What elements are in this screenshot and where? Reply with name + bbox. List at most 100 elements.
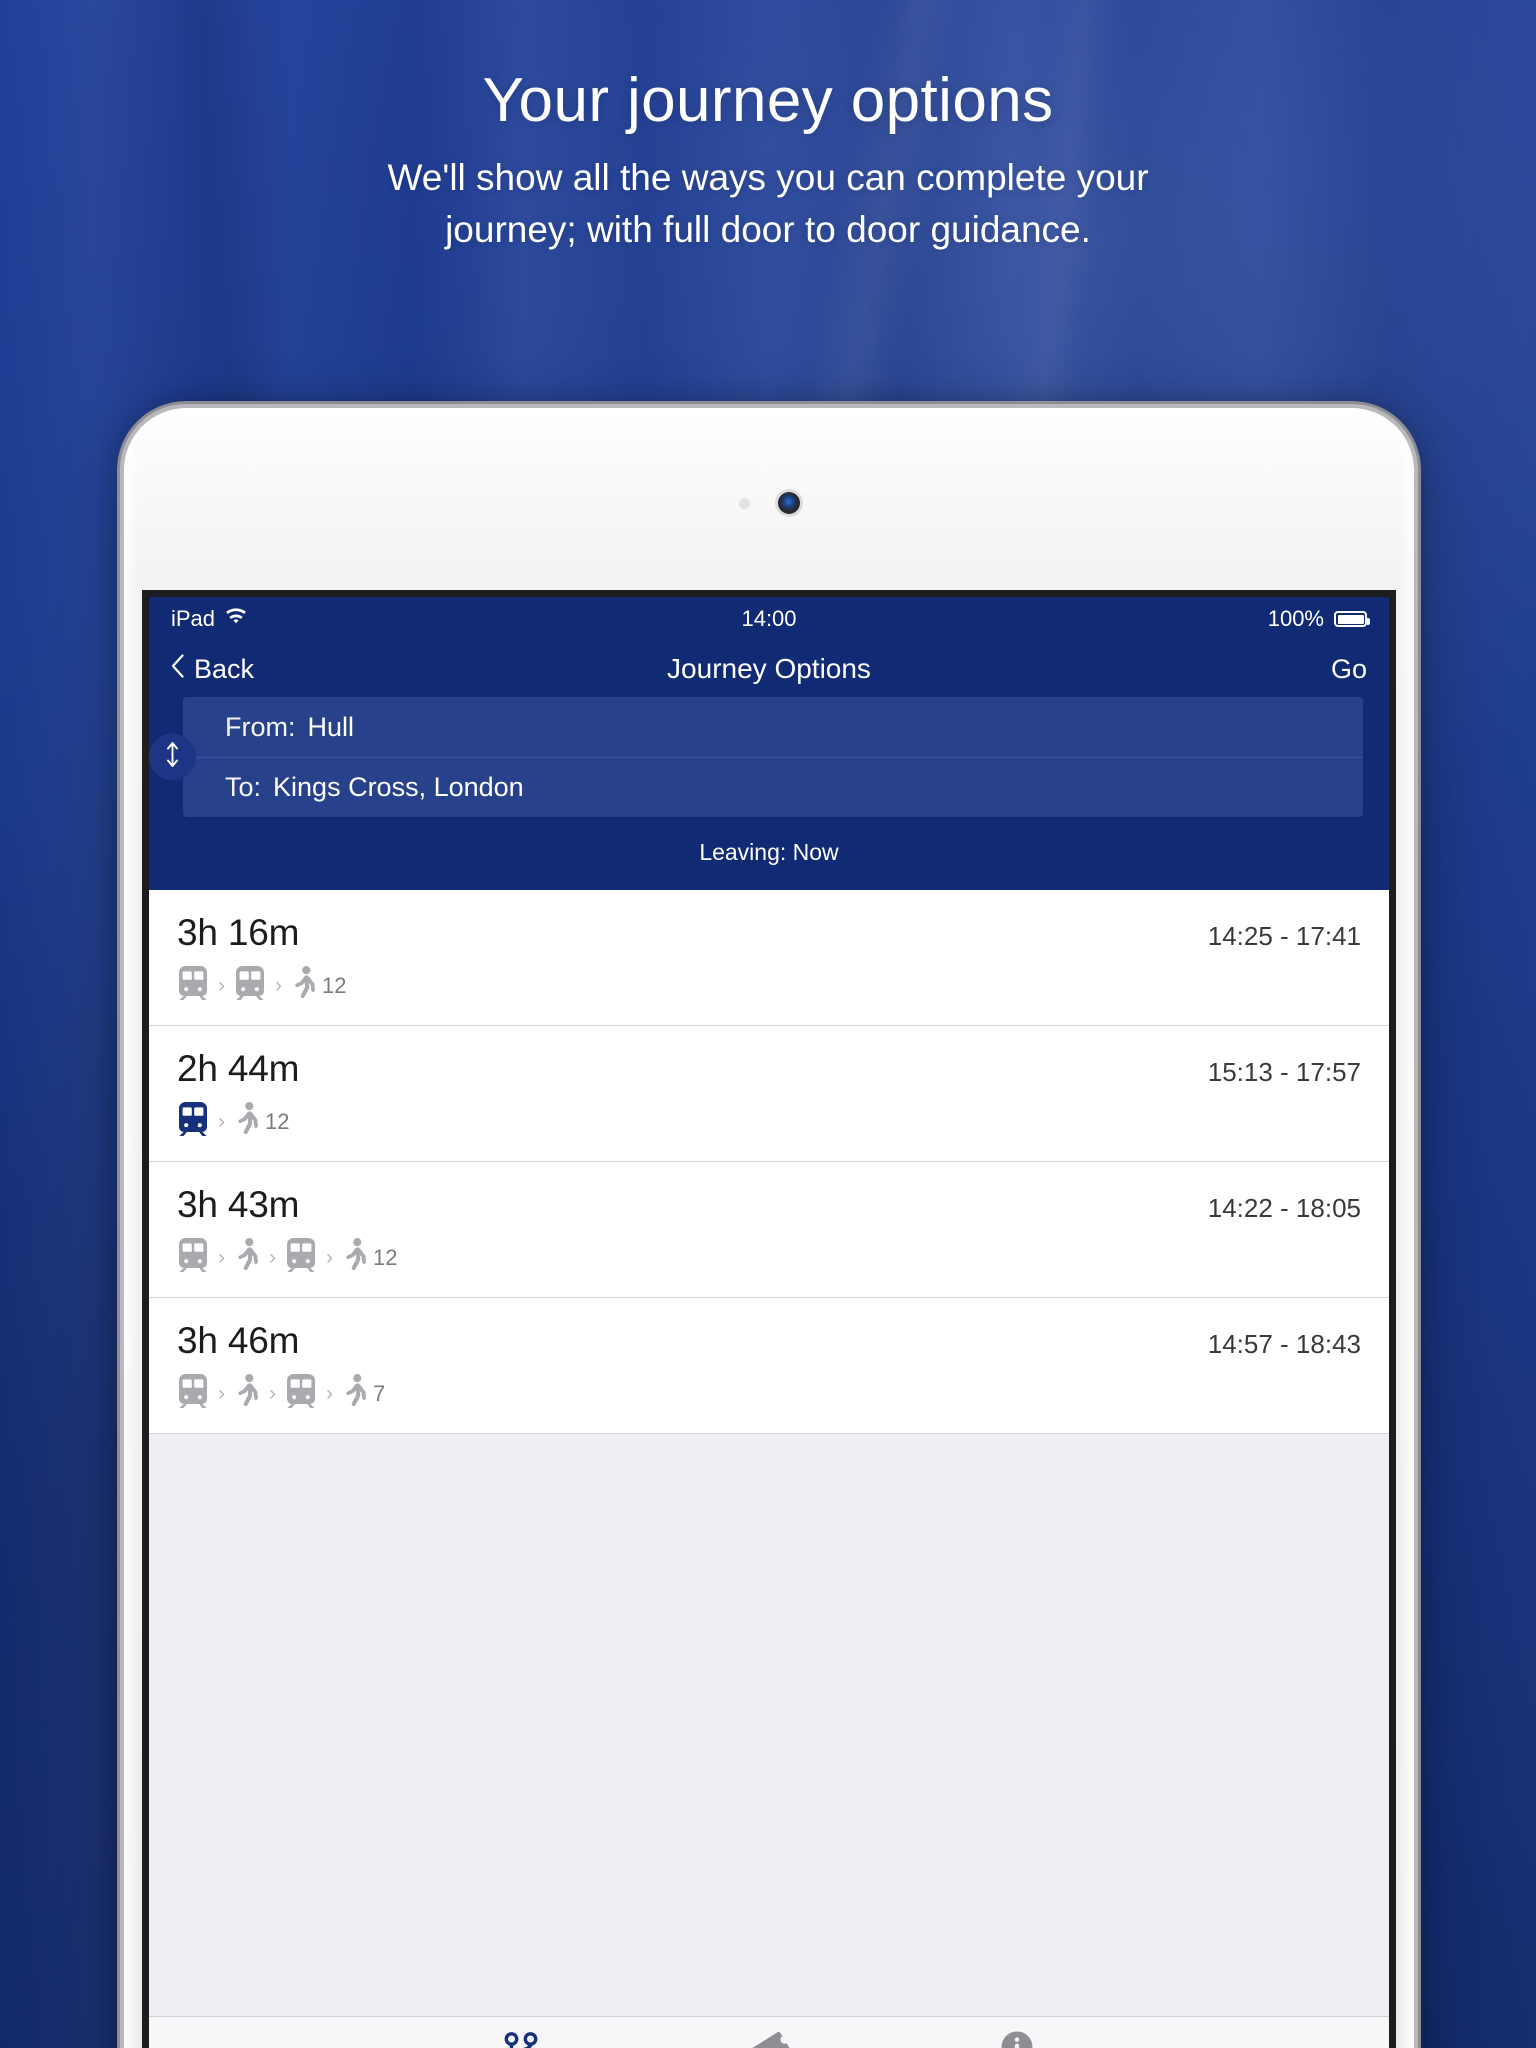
journey-leg bbox=[285, 1238, 317, 1277]
go-button[interactable]: Go bbox=[1331, 654, 1367, 685]
from-field[interactable]: From: Hull bbox=[183, 697, 1363, 757]
chevron-right-icon: › bbox=[218, 974, 225, 997]
walk-icon bbox=[291, 966, 317, 1005]
walk-icon bbox=[234, 1102, 260, 1141]
journey-legs: › › › 12 bbox=[177, 1238, 1361, 1277]
journey-leg-minutes: 12 bbox=[322, 972, 347, 998]
journey-result-summary: 2h 44m 15:13 - 17:57 bbox=[177, 1048, 1361, 1090]
journey-leg bbox=[234, 1374, 260, 1413]
battery-percent-label: 100% bbox=[1267, 606, 1324, 631]
journey-result-summary: 3h 46m 14:57 - 18:43 bbox=[177, 1320, 1361, 1362]
journey-times: 14:22 - 18:05 bbox=[1207, 1193, 1361, 1223]
journey-result-row[interactable]: 3h 16m 14:25 - 17:41 › › 12 bbox=[149, 890, 1389, 1026]
journey-result-row[interactable]: 3h 46m 14:57 - 18:43 › › › 7 bbox=[149, 1298, 1389, 1434]
battery-full-icon bbox=[1334, 611, 1370, 627]
swap-vertical-arrows-icon bbox=[164, 741, 181, 774]
journey-duration: 2h 44m bbox=[177, 1048, 300, 1089]
journey-result-row[interactable]: 3h 43m 14:22 - 18:05 › › › 12 bbox=[149, 1162, 1389, 1298]
status-bar-clock: 14:00 bbox=[741, 606, 797, 631]
status-device-label: iPad bbox=[171, 606, 216, 631]
journey-leg-minutes: 12 bbox=[373, 1244, 398, 1270]
journey-plan-icon bbox=[500, 2026, 542, 2048]
journey-times: 14:25 - 17:41 bbox=[1207, 921, 1361, 951]
swap-origin-destination-button[interactable] bbox=[149, 733, 196, 781]
journey-results-list: 3h 16m 14:25 - 17:41 › › 12 2h 44m 15:13 - 17:… bbox=[149, 890, 1389, 2016]
chevron-right-icon: › bbox=[218, 1110, 225, 1133]
page-subtitle-line-2: journey; with full door to door guidance… bbox=[445, 209, 1091, 251]
chevron-right-icon: › bbox=[326, 1246, 333, 1269]
to-field-value: Kings Cross, London bbox=[273, 772, 524, 802]
journey-result-summary: 3h 16m 14:25 - 17:41 bbox=[177, 912, 1361, 954]
journey-leg: 12 bbox=[234, 1102, 289, 1141]
device-screen: iPad 14:00 100% Back Journey Options Go bbox=[142, 590, 1396, 2048]
page-subtitle-line-1: We'll show all the ways you can complete… bbox=[387, 156, 1149, 198]
walk-icon bbox=[234, 1374, 260, 1413]
chevron-right-icon: › bbox=[218, 1382, 225, 1405]
journey-leg bbox=[177, 1102, 209, 1141]
walk-icon bbox=[342, 1238, 368, 1277]
origin-destination-fields: From: Hull To: Kings Cross, London bbox=[183, 697, 1363, 817]
status-bar: iPad 14:00 100% bbox=[149, 597, 1389, 641]
journey-duration: 3h 43m bbox=[177, 1184, 300, 1225]
journey-duration: 3h 16m bbox=[177, 912, 300, 953]
chevron-left-icon bbox=[171, 653, 184, 685]
train-icon bbox=[234, 966, 266, 1005]
tab-tickets[interactable]: Tickets bbox=[709, 2026, 829, 2048]
train-icon bbox=[177, 1238, 209, 1277]
device-sensor-row bbox=[124, 492, 1414, 514]
ticket-icon bbox=[748, 2026, 790, 2048]
from-field-value: Hull bbox=[307, 711, 355, 742]
journey-result-row[interactable]: 2h 44m 15:13 - 17:57 › 12 bbox=[149, 1026, 1389, 1162]
journey-leg bbox=[234, 966, 266, 1005]
page-title: Your journey options bbox=[482, 66, 1054, 135]
journey-legs: › › 12 bbox=[177, 966, 1361, 1005]
navigation-bar: Back Journey Options Go bbox=[149, 641, 1389, 697]
journey-leg: 12 bbox=[291, 966, 346, 1005]
tab-info[interactable]: Info bbox=[957, 2026, 1077, 2048]
train-icon bbox=[177, 966, 209, 1005]
page-subtitle: We'll show all the ways you can complete… bbox=[238, 152, 1298, 257]
to-field-label: To: bbox=[225, 772, 262, 802]
journey-search-panel: From: Hull To: Kings Cross, London Leavi… bbox=[149, 697, 1389, 890]
journey-leg: 12 bbox=[342, 1238, 397, 1277]
promo-headline: Your journey options We'll show all the … bbox=[0, 0, 1536, 257]
journey-legs: › 12 bbox=[177, 1102, 1361, 1141]
from-field-label: From: bbox=[225, 711, 296, 742]
info-circle-icon bbox=[996, 2026, 1038, 2048]
journey-leg: 7 bbox=[342, 1374, 385, 1413]
journey-legs: › › › 7 bbox=[177, 1374, 1361, 1413]
journey-leg-minutes: 12 bbox=[265, 1108, 290, 1134]
status-bar-right: 100% bbox=[1267, 606, 1370, 632]
walk-icon bbox=[342, 1374, 368, 1413]
journey-times: 14:57 - 18:43 bbox=[1207, 1329, 1361, 1359]
nav-title: Journey Options bbox=[667, 653, 871, 684]
wifi-icon bbox=[224, 606, 248, 632]
back-button[interactable]: Back bbox=[171, 654, 254, 685]
train-icon bbox=[177, 1102, 209, 1141]
journey-times: 15:13 - 17:57 bbox=[1207, 1057, 1361, 1087]
journey-leg bbox=[285, 1374, 317, 1413]
tab-plan[interactable]: Plan bbox=[461, 2026, 581, 2048]
tablet-device-mockup: iPad 14:00 100% Back Journey Options Go bbox=[124, 408, 1414, 2048]
camera-icon bbox=[777, 492, 800, 514]
back-button-label: Back bbox=[194, 653, 255, 684]
train-icon bbox=[285, 1238, 317, 1277]
journey-leg bbox=[177, 966, 209, 1005]
journey-leg bbox=[177, 1238, 209, 1277]
chevron-right-icon: › bbox=[269, 1382, 276, 1405]
ambient-light-sensor-icon bbox=[738, 497, 750, 509]
journey-result-summary: 3h 43m 14:22 - 18:05 bbox=[177, 1184, 1361, 1226]
journey-leg bbox=[234, 1238, 260, 1277]
to-field[interactable]: To: Kings Cross, London bbox=[183, 757, 1363, 817]
walk-icon bbox=[234, 1238, 260, 1277]
chevron-right-icon: › bbox=[326, 1382, 333, 1405]
bottom-tab-bar: Plan Tickets Info bbox=[149, 2016, 1389, 2048]
chevron-right-icon: › bbox=[269, 1246, 276, 1269]
train-icon bbox=[285, 1374, 317, 1413]
train-icon bbox=[177, 1374, 209, 1413]
journey-duration: 3h 46m bbox=[177, 1320, 300, 1361]
leaving-time-selector[interactable]: Leaving: Now bbox=[149, 817, 1389, 886]
journey-leg-minutes: 7 bbox=[373, 1380, 386, 1406]
status-bar-left: iPad bbox=[171, 606, 248, 632]
chevron-right-icon: › bbox=[218, 1246, 225, 1269]
